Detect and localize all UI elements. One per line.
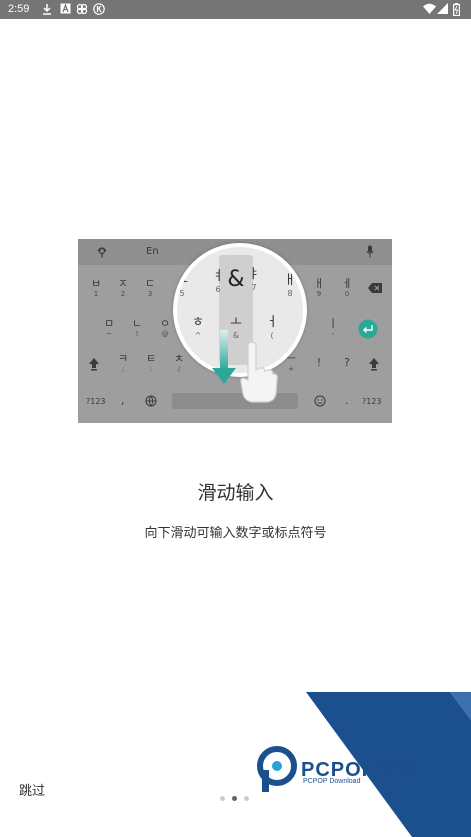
- key: ㅁ ~: [103, 317, 115, 338]
- pager-dot: [244, 796, 249, 801]
- watermark-sub: PCPOP Download: [303, 778, 361, 785]
- lens-key: ㅛ5: [176, 273, 188, 298]
- lens-key: ㅐ8: [284, 273, 296, 298]
- lens-key: ㅕ6: [212, 269, 224, 294]
- page-title: 滑动输入: [197, 482, 274, 504]
- key: ㅌ:: [145, 352, 157, 373]
- key: ㅂ1: [90, 277, 102, 298]
- status-time: 2:59: [8, 3, 30, 15]
- enter-icon: [358, 319, 378, 342]
- k-circle-icon: [93, 3, 105, 16]
- pager-dot: [220, 796, 225, 801]
- battery-icon: [453, 3, 461, 17]
- signal-icon: [437, 3, 448, 16]
- symbols-key-right: ?123: [362, 397, 382, 406]
- lens-key: ㅎ ^: [192, 315, 204, 340]
- pager-dots: [220, 786, 256, 805]
- swipe-arrow-shaft: [220, 330, 228, 370]
- key: ㅣ-: [327, 317, 339, 338]
- a-icon: [60, 3, 71, 16]
- space-key: [172, 393, 298, 409]
- clover-icon: [76, 3, 88, 16]
- key: ?: [344, 356, 350, 369]
- download-icon: [42, 3, 52, 16]
- page-subtitle: 向下滑动可输入数字或标点符号: [144, 526, 327, 541]
- key: ㅔ0: [341, 277, 353, 298]
- key: ㅐ9: [313, 277, 325, 298]
- shift-icon: [368, 357, 380, 374]
- keyboard-settings-icon: [96, 246, 108, 261]
- key: ㅈ2: [117, 277, 129, 298]
- wifi-icon: [423, 3, 436, 16]
- mic-icon: [366, 245, 374, 261]
- pager-dot-active: [232, 796, 237, 801]
- skip-button[interactable]: 跳过: [19, 780, 45, 799]
- key: !: [316, 356, 322, 369]
- key: ㅊ /: [173, 352, 185, 373]
- lang-key: En: [146, 246, 159, 257]
- backspace-icon: [368, 283, 382, 296]
- swipe-arrow-icon: [212, 368, 236, 384]
- shift-icon: [88, 357, 100, 374]
- comma-key: ,: [121, 394, 125, 407]
- globe-icon: [145, 395, 157, 410]
- hand-pointer-icon: [240, 341, 278, 403]
- symbols-key-left: ?123: [86, 397, 106, 406]
- key: ㅋ;: [117, 352, 129, 373]
- emoji-icon: [314, 395, 326, 410]
- status-bar: 2:59: [0, 0, 471, 19]
- lens-key: ㅑ7: [248, 267, 260, 292]
- watermark-brand: PCPOP下载: [301, 759, 419, 781]
- key: ㄴ!: [131, 317, 143, 338]
- lens-key: ㅓ(: [266, 315, 278, 340]
- period-key: .: [345, 394, 349, 407]
- key: ㄷ3: [144, 277, 156, 298]
